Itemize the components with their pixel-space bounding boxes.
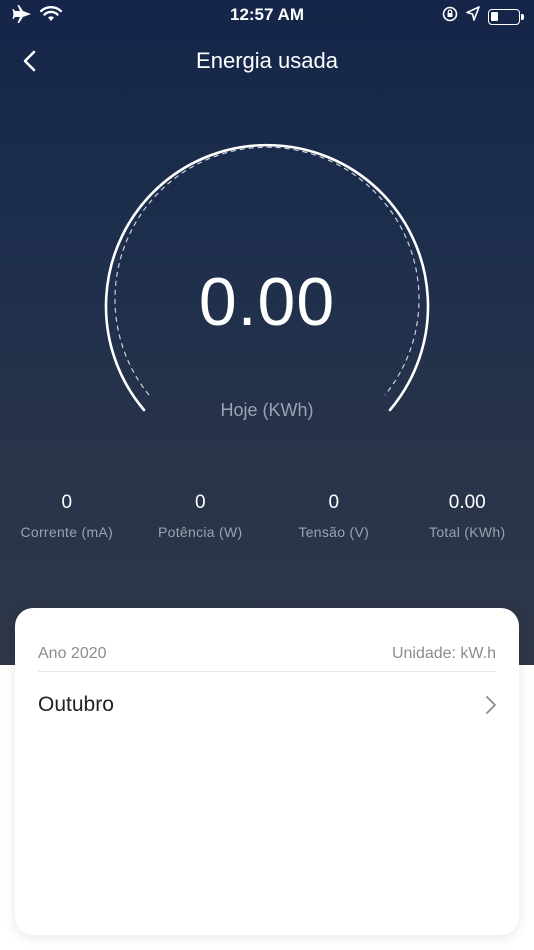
location-icon <box>466 6 480 27</box>
status-bar: 12:57 AM <box>0 0 534 30</box>
stat-voltage-label: Tensão (V) <box>298 524 370 540</box>
page-title: Energia usada <box>196 48 338 73</box>
card-header: Ano 2020 Unidade: kW.h <box>38 642 496 672</box>
stat-power: 0 Potência (W) <box>134 492 268 540</box>
orientation-lock-icon <box>442 6 458 27</box>
year-label: Ano 2020 <box>38 645 107 662</box>
today-energy-label: Hoje (KWh) <box>220 400 314 420</box>
stats-row: 0 Corrente (mA) 0 Potência (W) 0 Tensão … <box>0 492 534 540</box>
today-energy-value: 0.00 <box>198 264 336 340</box>
battery-icon <box>488 8 524 25</box>
navigation-bar: Energia usada <box>0 40 534 84</box>
stat-current-value: 0 <box>61 492 73 513</box>
stat-total-label: Total (KWh) <box>429 524 506 540</box>
month-label: Outubro <box>38 693 114 716</box>
stat-total: 0.00 Total (KWh) <box>401 492 534 540</box>
stat-power-label: Potência (W) <box>157 524 243 540</box>
month-row-outubro[interactable]: Outubro <box>38 688 497 722</box>
monthly-usage-card: Ano 2020 Unidade: kW.h Outubro <box>15 608 519 935</box>
stat-voltage: 0 Tensão (V) <box>267 492 401 540</box>
stat-voltage-value: 0 <box>328 492 340 513</box>
stat-current: 0 Corrente (mA) <box>0 492 134 540</box>
chevron-right-icon <box>486 696 496 714</box>
unit-label: Unidade: kW.h <box>391 645 496 662</box>
stat-total-value: 0.00 <box>448 492 486 513</box>
stat-current-label: Corrente (mA) <box>20 524 114 540</box>
stat-power-value: 0 <box>194 492 206 513</box>
